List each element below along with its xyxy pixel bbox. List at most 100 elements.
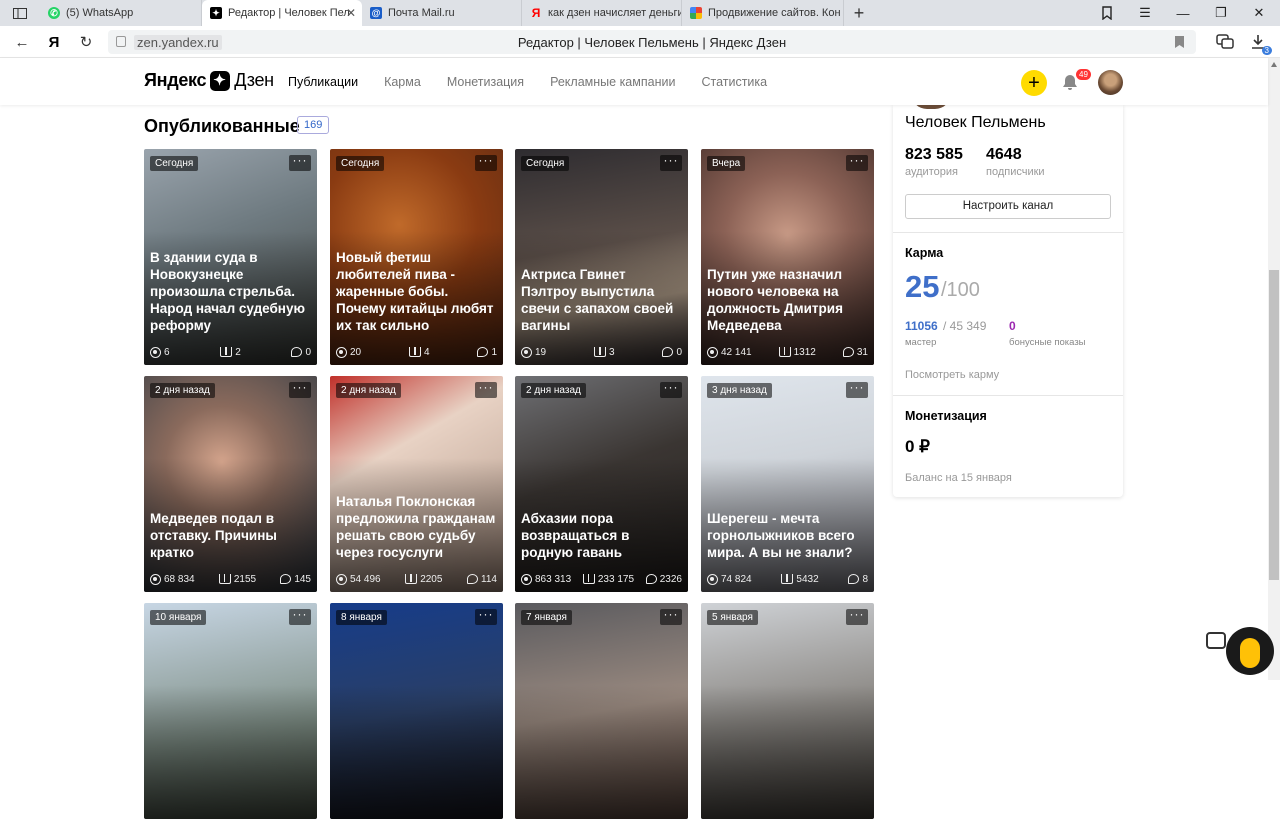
zen-header: Яндекс Дзен Публикации Карма Монетизация… [0,58,1268,105]
more-options-icon[interactable]: ··· [660,608,682,625]
publication-card[interactable]: 8 января ··· [330,603,503,819]
card-date: Вчера [707,156,746,171]
comments-icon [645,574,657,584]
card-title: Шерегеш - мечта горнолыжников всего мира… [707,511,855,560]
channel-panel: Человек Пельмень 823 585 аудитория 4648 … [893,93,1123,497]
divider [893,395,1123,396]
assistant-button[interactable] [1226,627,1274,675]
chat-icon[interactable] [1206,632,1226,649]
publication-card[interactable]: 3 дня назад ··· Шерегеш - мечта горнолыжни… [701,376,874,592]
tab-yandex-search[interactable]: Я как дзен начисляет деньги [522,0,682,26]
audience-value: 823 585 [905,146,963,163]
feedback-icon[interactable] [1213,31,1237,53]
card-shade [330,685,503,819]
comments-icon [842,347,854,357]
tab-mail[interactable]: @ Почта Mail.ru [362,0,522,26]
tab-google-search[interactable]: Продвижение сайтов. Кон [682,0,844,26]
page-scrollbar[interactable] [1268,58,1280,680]
setup-channel-button[interactable]: Настроить канал [905,194,1111,219]
channel-name: Человек Пельмень [905,114,1046,131]
publication-card[interactable]: Сегодня ··· Актриса Гвинет Пэлтроу выпусти… [515,149,688,365]
nav-ad-campaigns[interactable]: Рекламные кампании [550,75,675,89]
views-count: 42 141 [721,346,752,358]
comments-stat: 2326 [645,572,682,586]
reload-icon[interactable]: ↻ [74,31,98,53]
more-options-icon[interactable]: ··· [475,608,497,625]
downloads-icon[interactable]: 3 [1246,31,1272,55]
publication-card[interactable]: 10 января ··· [144,603,317,819]
more-options-icon[interactable]: ··· [846,381,868,398]
nav-monetization[interactable]: Монетизация [447,75,524,89]
main-nav: Публикации Карма Монетизация Рекламные к… [288,75,767,89]
new-tab-button[interactable]: + [844,0,874,26]
card-date: 2 дня назад [336,383,401,398]
minimize-icon[interactable]: — [1164,0,1202,26]
sidebar-toggle-icon[interactable] [0,0,40,26]
more-options-icon[interactable]: ··· [846,608,868,625]
more-options-icon[interactable]: ··· [289,608,311,625]
comments-icon [280,574,292,584]
reads-stat: 3 [594,345,615,359]
card-date: 7 января [521,610,572,625]
restore-icon[interactable]: ❐ [1202,0,1240,26]
reads-stat: 233 175 [582,572,634,586]
zen-logo[interactable]: Яндекс Дзен [144,70,274,91]
url-field[interactable]: Редактор | Человек Пельмень | Яндекс Дзе… [108,30,1196,54]
user-avatar[interactable] [1098,70,1123,95]
comments-stat: 31 [842,345,868,359]
create-publication-button[interactable]: + [1021,70,1047,96]
views-icon [707,573,718,585]
tab-whatsapp[interactable]: ✆ (5) WhatsApp [40,0,202,26]
reads-icon [220,347,233,357]
card-date: 8 января [336,610,387,625]
publication-card[interactable]: 5 января ··· [701,603,874,819]
menu-icon[interactable]: ☰ [1126,0,1164,26]
publication-card[interactable]: Вчера ··· Путин уже назначил нового челове… [701,149,874,365]
bonus-label: бонусные показы [1009,337,1086,348]
more-options-icon[interactable]: ··· [475,154,497,171]
reads-count: 2205 [420,573,443,585]
publication-card[interactable]: 2 дня назад ··· Абхазии пора возвращаться … [515,376,688,592]
card-stats: 42 141 1312 31 [707,345,868,359]
card-title: Наталья Поклонская предложила гражданам … [336,494,496,560]
yandex-home-icon[interactable]: Я [42,31,66,53]
nav-karma[interactable]: Карма [384,75,421,89]
more-options-icon[interactable]: ··· [289,381,311,398]
scrollbar-thumb[interactable] [1269,270,1279,580]
reads-icon [582,574,595,584]
karma-value: 25 [905,269,940,304]
tab-zen-editor[interactable]: ✦ Редактор | Человек Пел ✕ [202,0,362,26]
more-options-icon[interactable]: ··· [846,154,868,171]
view-karma-link[interactable]: Посмотреть карму [905,369,999,381]
master-label: мастер [905,337,937,348]
views-icon [150,346,161,358]
publication-card[interactable]: 2 дня назад ··· Наталья Поклонская предлож… [330,376,503,592]
comments-count: 2326 [659,573,682,585]
more-options-icon[interactable]: ··· [475,381,497,398]
card-stats: 54 496 2205 114 [336,572,497,586]
scroll-up-icon[interactable] [1271,62,1277,67]
publication-card[interactable]: Сегодня ··· Новый фетиш любителей пива - ж… [330,149,503,365]
publication-card[interactable]: 2 дня назад ··· Медведев подал в отставку.… [144,376,317,592]
reads-icon [409,347,421,357]
window-close-icon[interactable]: ✕ [1240,0,1278,26]
reads-stat: 2155 [218,572,256,586]
bonus-value: 0 [1009,319,1016,333]
back-icon[interactable]: ← [10,31,34,53]
zen-star-icon [210,70,231,91]
more-options-icon[interactable]: ··· [660,154,682,171]
publication-card[interactable]: Сегодня ··· В здании суда в Новокузнецке п… [144,149,317,365]
close-icon[interactable]: ✕ [346,6,356,20]
publication-card[interactable]: 7 января ··· [515,603,688,819]
nav-publications[interactable]: Публикации [288,75,358,89]
card-stats: 19 3 0 [521,345,682,359]
more-options-icon[interactable]: ··· [660,381,682,398]
reads-icon [781,574,794,584]
views-stat: 42 141 [707,345,752,359]
views-stat: 20 [336,345,361,359]
nav-statistics[interactable]: Статистика [701,75,767,89]
card-date: 2 дня назад [150,383,215,398]
balance-value: 0 ₽ [905,437,930,456]
tab-collections-icon[interactable] [1088,0,1126,26]
more-options-icon[interactable]: ··· [289,154,311,171]
